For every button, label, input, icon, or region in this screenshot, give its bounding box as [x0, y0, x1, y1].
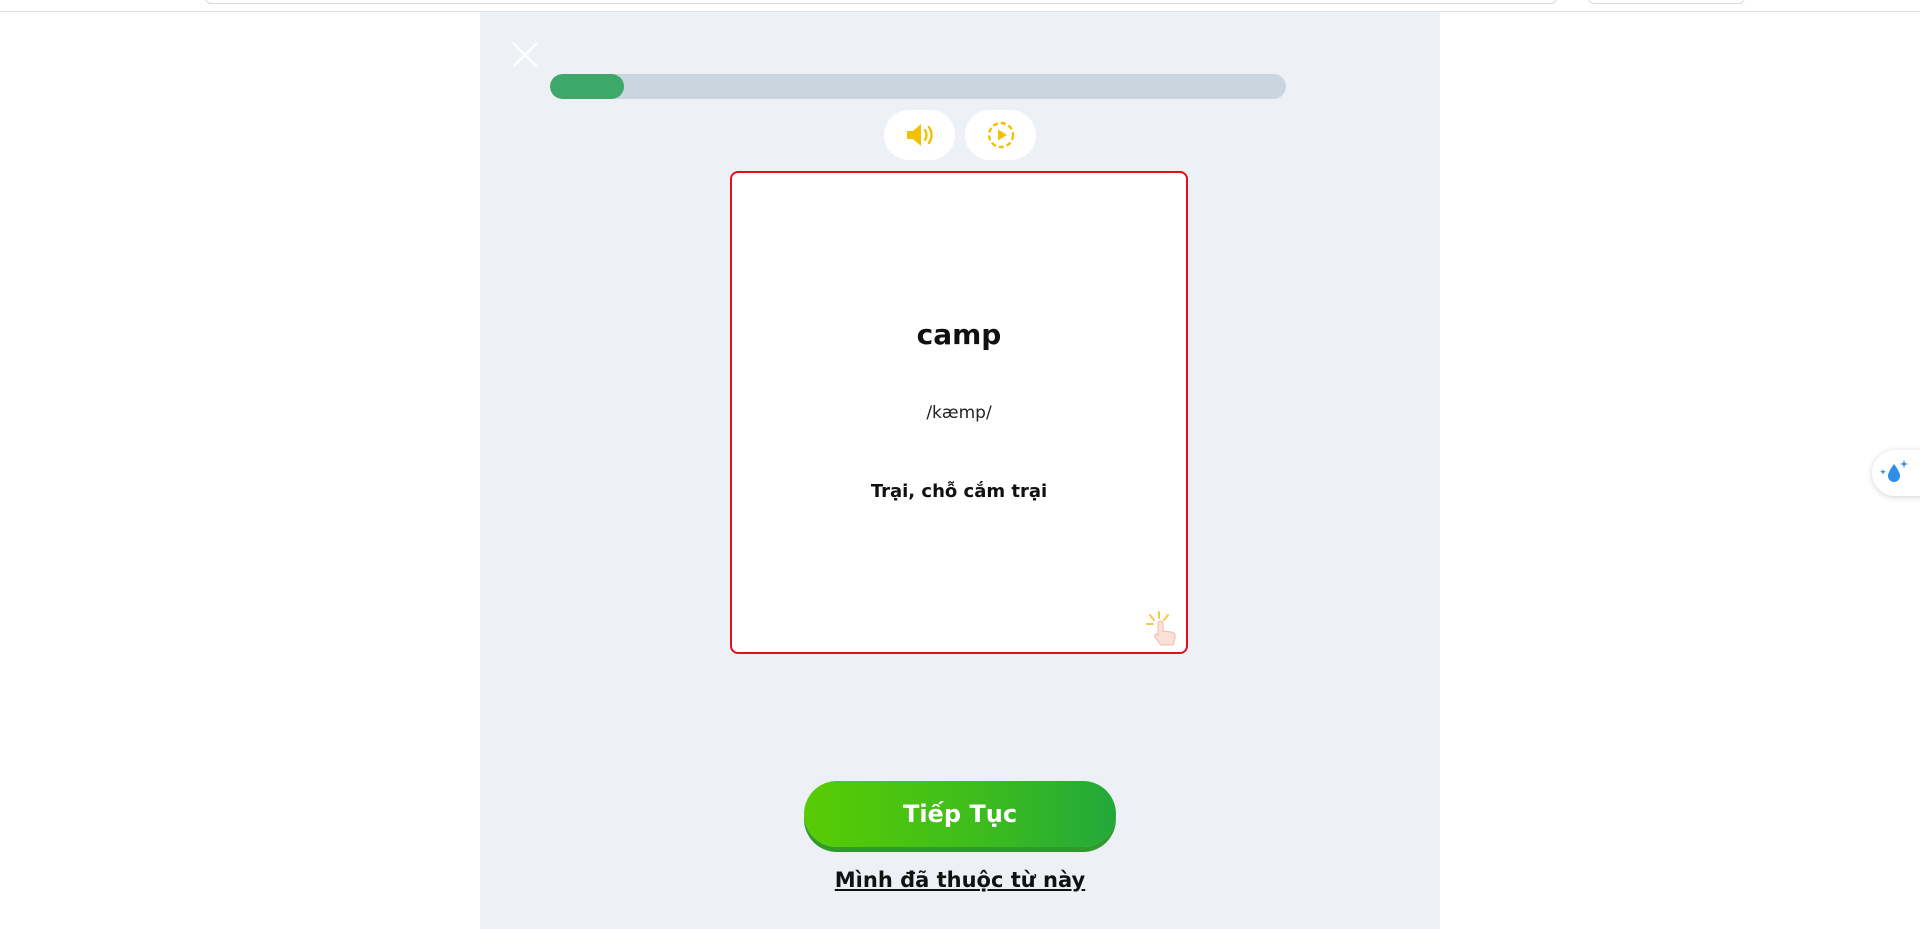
- side-widget[interactable]: [1872, 450, 1920, 496]
- close-button[interactable]: [510, 40, 540, 70]
- progress-bar: [550, 74, 1286, 99]
- phonetic-transcription: /kæmp/: [926, 403, 992, 423]
- word-meaning: Trại, chỗ cắm trại: [870, 481, 1048, 502]
- vocab-word: camp: [916, 318, 1002, 351]
- continue-button[interactable]: Tiếp Tục: [804, 781, 1116, 847]
- slow-play-button[interactable]: [965, 110, 1036, 160]
- slow-play-icon: [987, 121, 1014, 149]
- already-known-link[interactable]: Mình đã thuộc từ này: [780, 868, 1140, 892]
- flashcard[interactable]: camp /kæmp/ Trại, chỗ cắm trại: [730, 171, 1188, 654]
- sparkle-drop-icon: [1880, 460, 1908, 482]
- address-bar[interactable]: [205, 0, 1557, 4]
- browser-button[interactable]: [1588, 0, 1745, 4]
- close-icon: [512, 42, 538, 68]
- browser-top-bar: [0, 0, 1920, 12]
- play-sound-button[interactable]: [884, 110, 955, 160]
- speaker-icon: [906, 124, 933, 146]
- tap-hand-icon: [1146, 611, 1176, 646]
- progress-fill: [550, 74, 624, 99]
